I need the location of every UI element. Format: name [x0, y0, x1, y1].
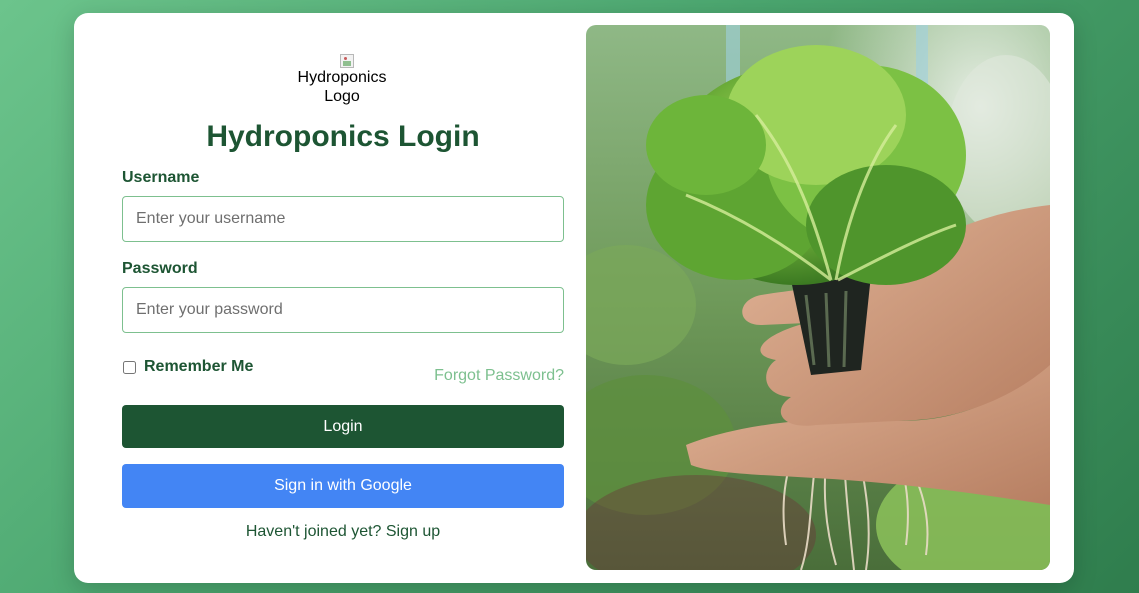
- logo-alt-text: Hydroponics Logo: [297, 69, 387, 105]
- username-label: Username: [122, 169, 200, 186]
- remember-me-label[interactable]: Remember Me: [144, 358, 253, 376]
- login-form: Hydroponics Logo Hydroponics Login Usern…: [122, 13, 564, 583]
- page-title: Hydroponics Login: [206, 120, 480, 153]
- google-signin-button[interactable]: Sign in with Google: [122, 464, 564, 508]
- broken-image-icon: [340, 54, 354, 68]
- logo-image: Hydroponics Logo: [292, 53, 392, 107]
- password-input[interactable]: [122, 287, 564, 333]
- username-input[interactable]: [122, 196, 564, 242]
- signup-prompt: Haven't joined yet? Sign up: [122, 523, 564, 541]
- login-button[interactable]: Login: [122, 405, 564, 448]
- forgot-password-link[interactable]: Forgot Password?: [434, 367, 564, 385]
- hydroponic-lettuce-photo: [586, 25, 1050, 570]
- signup-link[interactable]: Haven't joined yet? Sign up: [246, 523, 440, 540]
- remember-me-checkbox[interactable]: [123, 360, 136, 374]
- login-card: Hydroponics Logo Hydroponics Login Usern…: [74, 13, 1074, 583]
- remember-me-row: Remember Me: [122, 358, 253, 376]
- password-label: Password: [122, 260, 198, 277]
